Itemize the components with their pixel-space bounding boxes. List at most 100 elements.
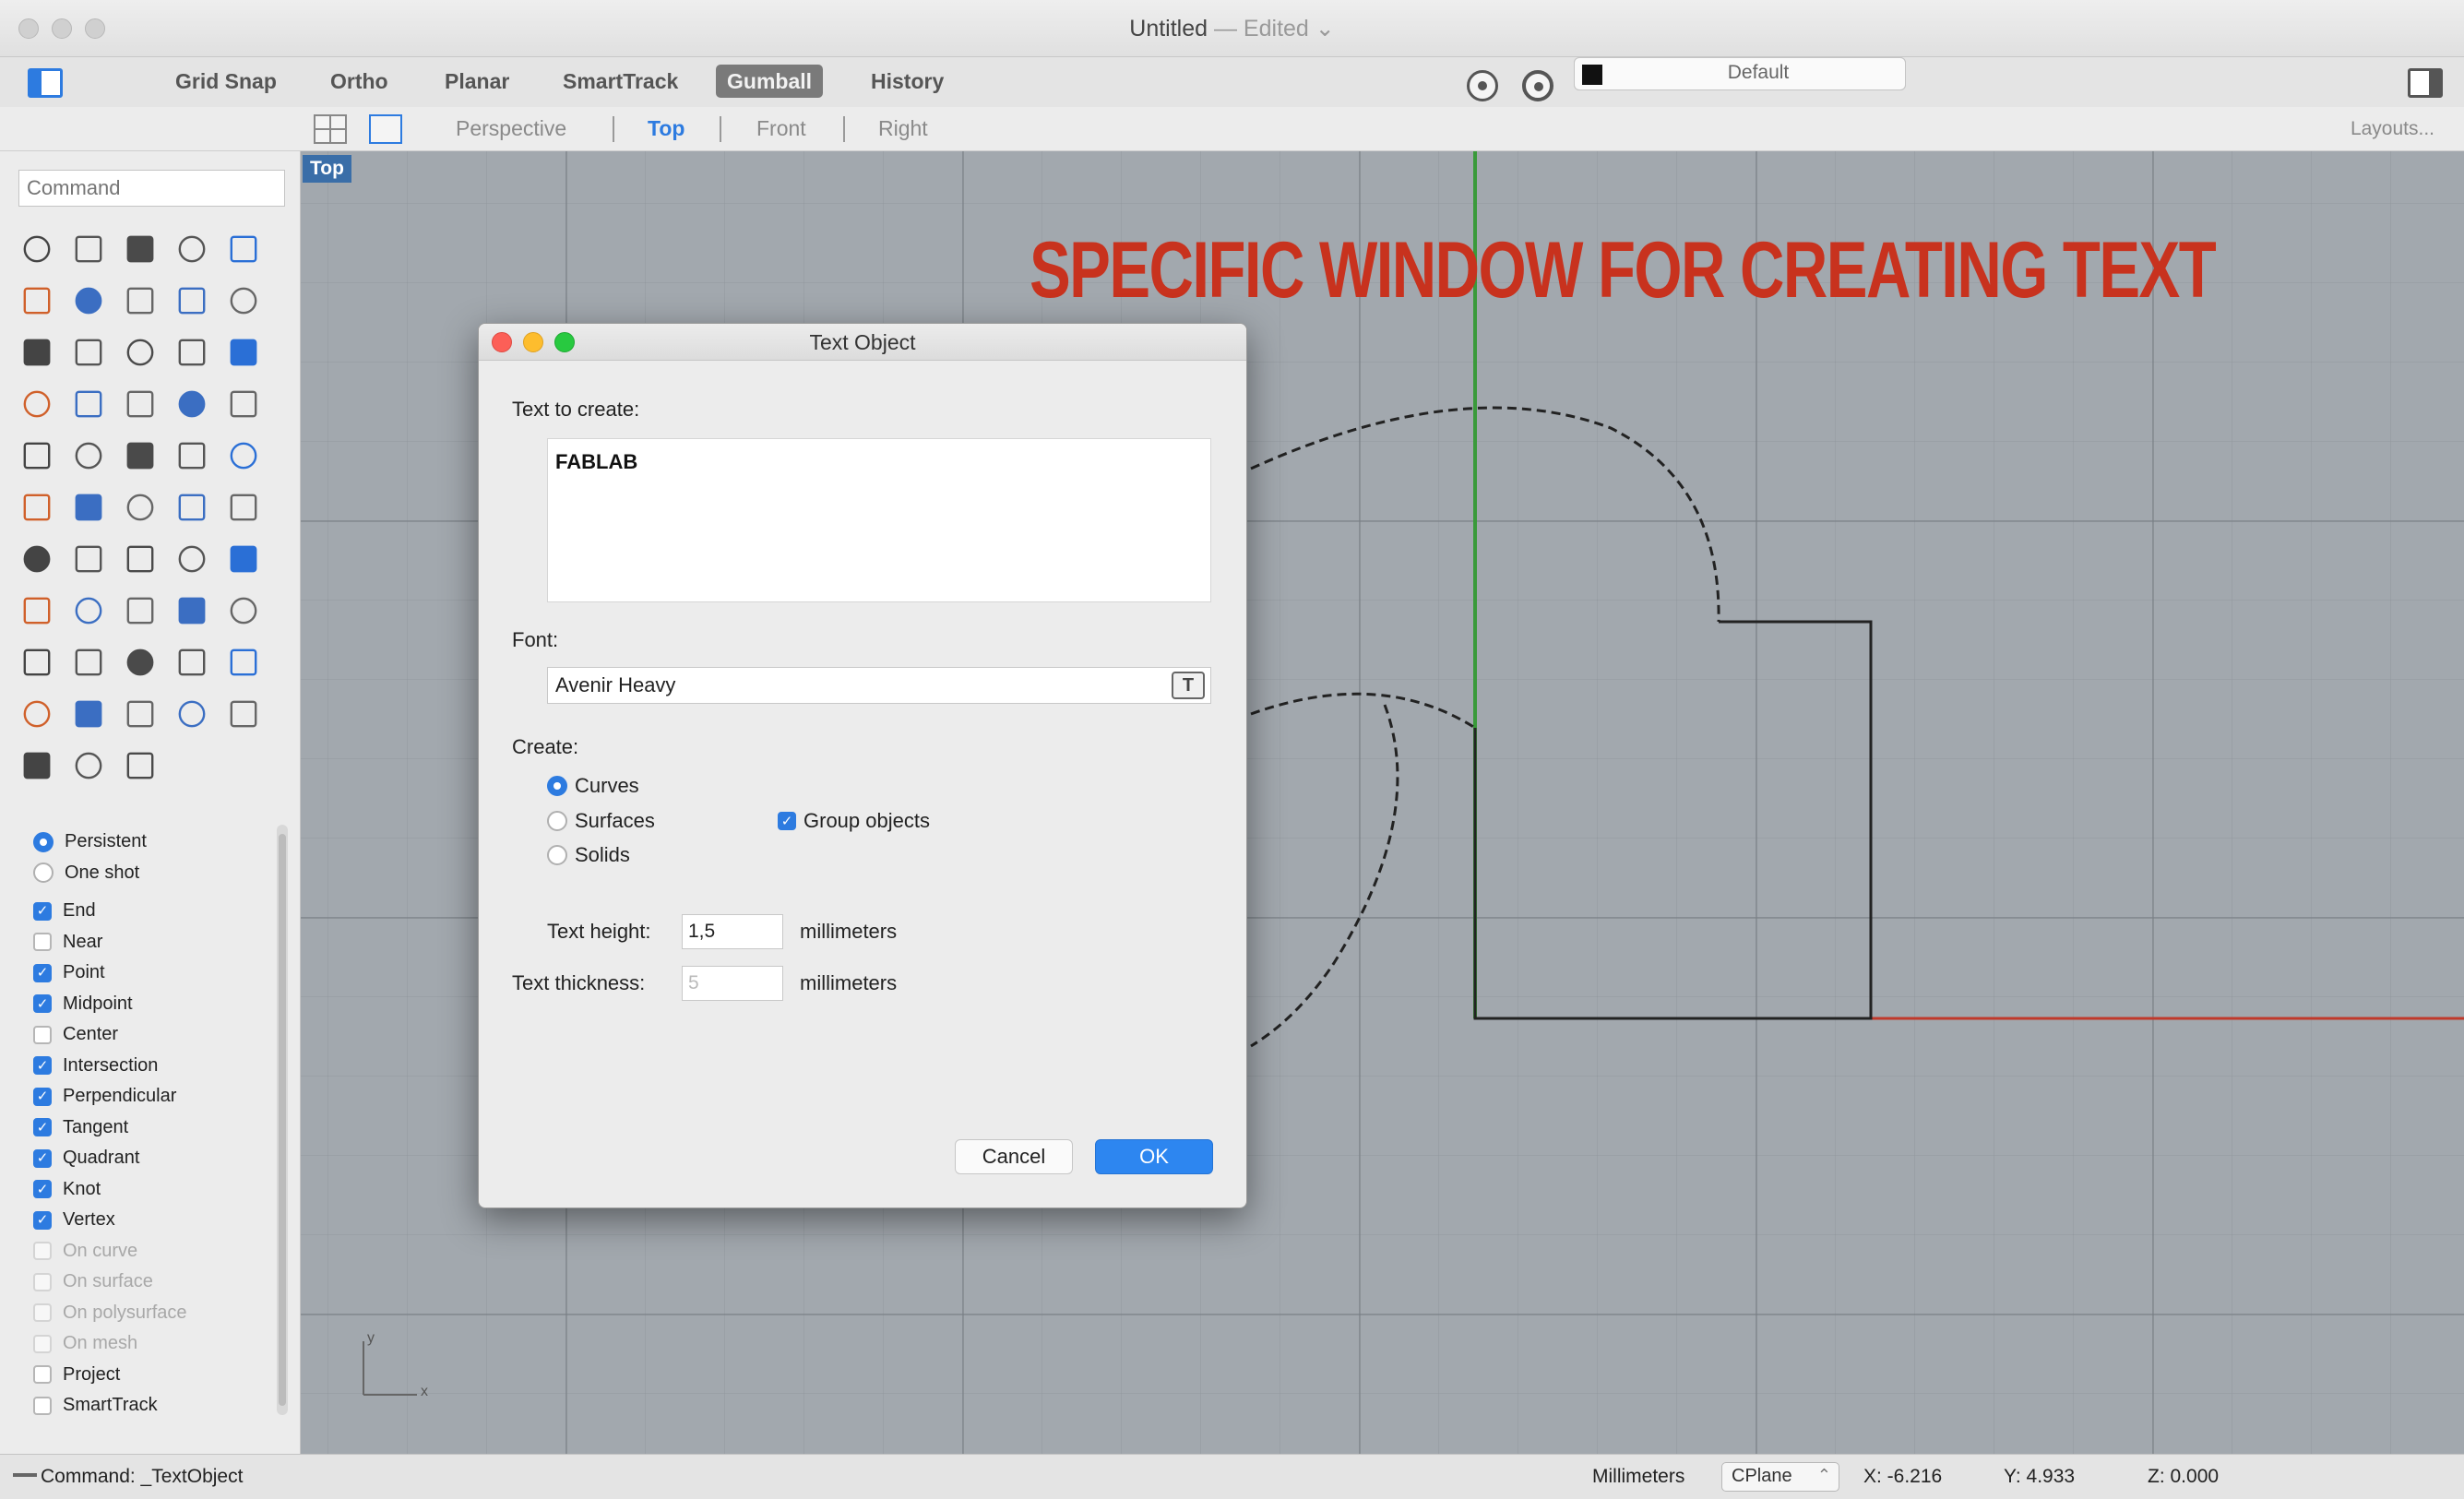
osnap-checkbox[interactable]	[33, 1210, 52, 1230]
solids-option[interactable]: Solids	[547, 843, 630, 867]
osnap-checkbox[interactable]	[33, 1365, 52, 1385]
tool-icon[interactable]	[65, 690, 113, 738]
four-viewports-icon[interactable]	[314, 114, 347, 144]
osnap-checkbox[interactable]	[33, 1396, 52, 1415]
tool-icon[interactable]	[13, 638, 61, 686]
font-picker-button[interactable]: T	[1172, 672, 1205, 699]
tool-icon[interactable]	[116, 535, 164, 583]
text-height-input[interactable]	[682, 914, 783, 949]
tool-icon[interactable]	[65, 277, 113, 325]
tool-icon[interactable]	[116, 277, 164, 325]
tool-icon[interactable]	[220, 638, 268, 686]
tool-icon[interactable]	[168, 277, 216, 325]
font-field[interactable]: Avenir Heavy T	[547, 667, 1211, 704]
tool-icon[interactable]	[220, 277, 268, 325]
tool-icon[interactable]	[220, 483, 268, 531]
tool-icon[interactable]	[168, 535, 216, 583]
osnap-checkbox[interactable]	[33, 1180, 52, 1199]
osnap-checkbox[interactable]	[33, 1056, 52, 1076]
tool-icon[interactable]	[65, 328, 113, 376]
group-objects-checkbox[interactable]	[778, 812, 796, 830]
tool-icon[interactable]	[220, 432, 268, 480]
tool-icon[interactable]	[65, 535, 113, 583]
osnap-item[interactable]: Knot	[33, 1174, 273, 1206]
tool-icon[interactable]	[220, 380, 268, 428]
ok-button[interactable]: OK	[1095, 1139, 1213, 1174]
tool-icon[interactable]	[65, 638, 113, 686]
tool-icon[interactable]	[168, 328, 216, 376]
osnap-checkbox[interactable]	[33, 1118, 52, 1137]
tool-icon[interactable]	[65, 742, 113, 790]
cplane-selector[interactable]: CPlane	[1721, 1462, 1839, 1492]
tab-front[interactable]: Front	[756, 116, 806, 141]
right-panel-toggle-icon[interactable]	[2408, 68, 2443, 98]
surfaces-radio[interactable]	[547, 811, 567, 831]
tool-icon[interactable]	[116, 225, 164, 273]
planar-button[interactable]: Planar	[434, 65, 520, 98]
units-display[interactable]: Millimeters	[1592, 1466, 1684, 1488]
tool-icon[interactable]	[116, 638, 164, 686]
osnap-checkbox[interactable]	[33, 963, 52, 982]
tool-icon[interactable]	[116, 587, 164, 635]
curves-option[interactable]: Curves	[547, 774, 639, 798]
osnap-item[interactable]: Vertex	[33, 1205, 273, 1236]
history-button[interactable]: History	[860, 65, 955, 98]
tool-icon[interactable]	[13, 483, 61, 531]
layouts-link[interactable]: Layouts...	[2351, 118, 2434, 140]
osnap-item[interactable]: Quadrant	[33, 1143, 273, 1174]
sidebar-toggle-icon[interactable]	[28, 68, 63, 98]
osnap-checkbox[interactable]	[33, 1025, 52, 1044]
single-viewport-icon[interactable]	[369, 114, 402, 144]
window-edited-state[interactable]: — Edited ⌄	[1214, 16, 1335, 42]
tool-icon[interactable]	[65, 587, 113, 635]
record-history-icon[interactable]	[1467, 70, 1498, 101]
tool-icon[interactable]	[65, 483, 113, 531]
tool-icon[interactable]	[168, 432, 216, 480]
tool-icon[interactable]	[13, 690, 61, 738]
tool-icon[interactable]	[116, 690, 164, 738]
osnap-item[interactable]: Midpoint	[33, 989, 273, 1020]
tool-icon[interactable]	[168, 225, 216, 273]
osnap-checkbox[interactable]	[33, 901, 52, 921]
smarttrack-button[interactable]: SmartTrack	[552, 65, 689, 98]
solids-radio[interactable]	[547, 845, 567, 865]
tool-icon[interactable]	[220, 328, 268, 376]
tool-icon[interactable]	[220, 690, 268, 738]
osnap-item[interactable]: Tangent	[33, 1112, 273, 1144]
ortho-button[interactable]: Ortho	[319, 65, 399, 98]
osnap-item[interactable]: Intersection	[33, 1051, 273, 1082]
osnap-item[interactable]: Point	[33, 958, 273, 989]
osnap-checkbox[interactable]	[33, 933, 52, 952]
gumball-button[interactable]: Gumball	[716, 65, 824, 98]
tool-icon[interactable]	[13, 587, 61, 635]
tool-icon[interactable]	[168, 380, 216, 428]
surfaces-option[interactable]: Surfaces	[547, 809, 655, 833]
tool-icon[interactable]	[13, 742, 61, 790]
tool-icon[interactable]	[116, 483, 164, 531]
group-objects-option[interactable]: Group objects	[778, 809, 930, 833]
tool-icon[interactable]	[116, 742, 164, 790]
osnap-checkbox[interactable]	[33, 994, 52, 1014]
command-input[interactable]	[18, 170, 285, 207]
tool-icon[interactable]	[13, 380, 61, 428]
tool-icon[interactable]	[65, 432, 113, 480]
tab-right[interactable]: Right	[878, 116, 928, 141]
tool-icon[interactable]	[168, 587, 216, 635]
sidebar-scrollbar[interactable]	[277, 825, 288, 1415]
tool-icon[interactable]	[168, 690, 216, 738]
osnap-checkbox[interactable]	[33, 1087, 52, 1106]
tool-icon[interactable]	[116, 328, 164, 376]
command-history-icon[interactable]	[13, 1473, 37, 1477]
osnap-item[interactable]: SmartTrack	[33, 1390, 273, 1422]
one-shot-radio[interactable]	[33, 863, 54, 884]
tool-icon[interactable]	[220, 225, 268, 273]
tool-icon[interactable]	[13, 432, 61, 480]
osnap-item[interactable]: Center	[33, 1019, 273, 1051]
tool-icon[interactable]	[13, 328, 61, 376]
grid-snap-button[interactable]: Grid Snap	[164, 65, 288, 98]
tool-icon[interactable]	[65, 380, 113, 428]
layer-dropdown[interactable]: Default	[1574, 57, 1906, 90]
text-to-create-field[interactable]: FABLAB	[547, 438, 1211, 602]
tool-icon[interactable]	[13, 225, 61, 273]
tool-icon[interactable]	[220, 535, 268, 583]
